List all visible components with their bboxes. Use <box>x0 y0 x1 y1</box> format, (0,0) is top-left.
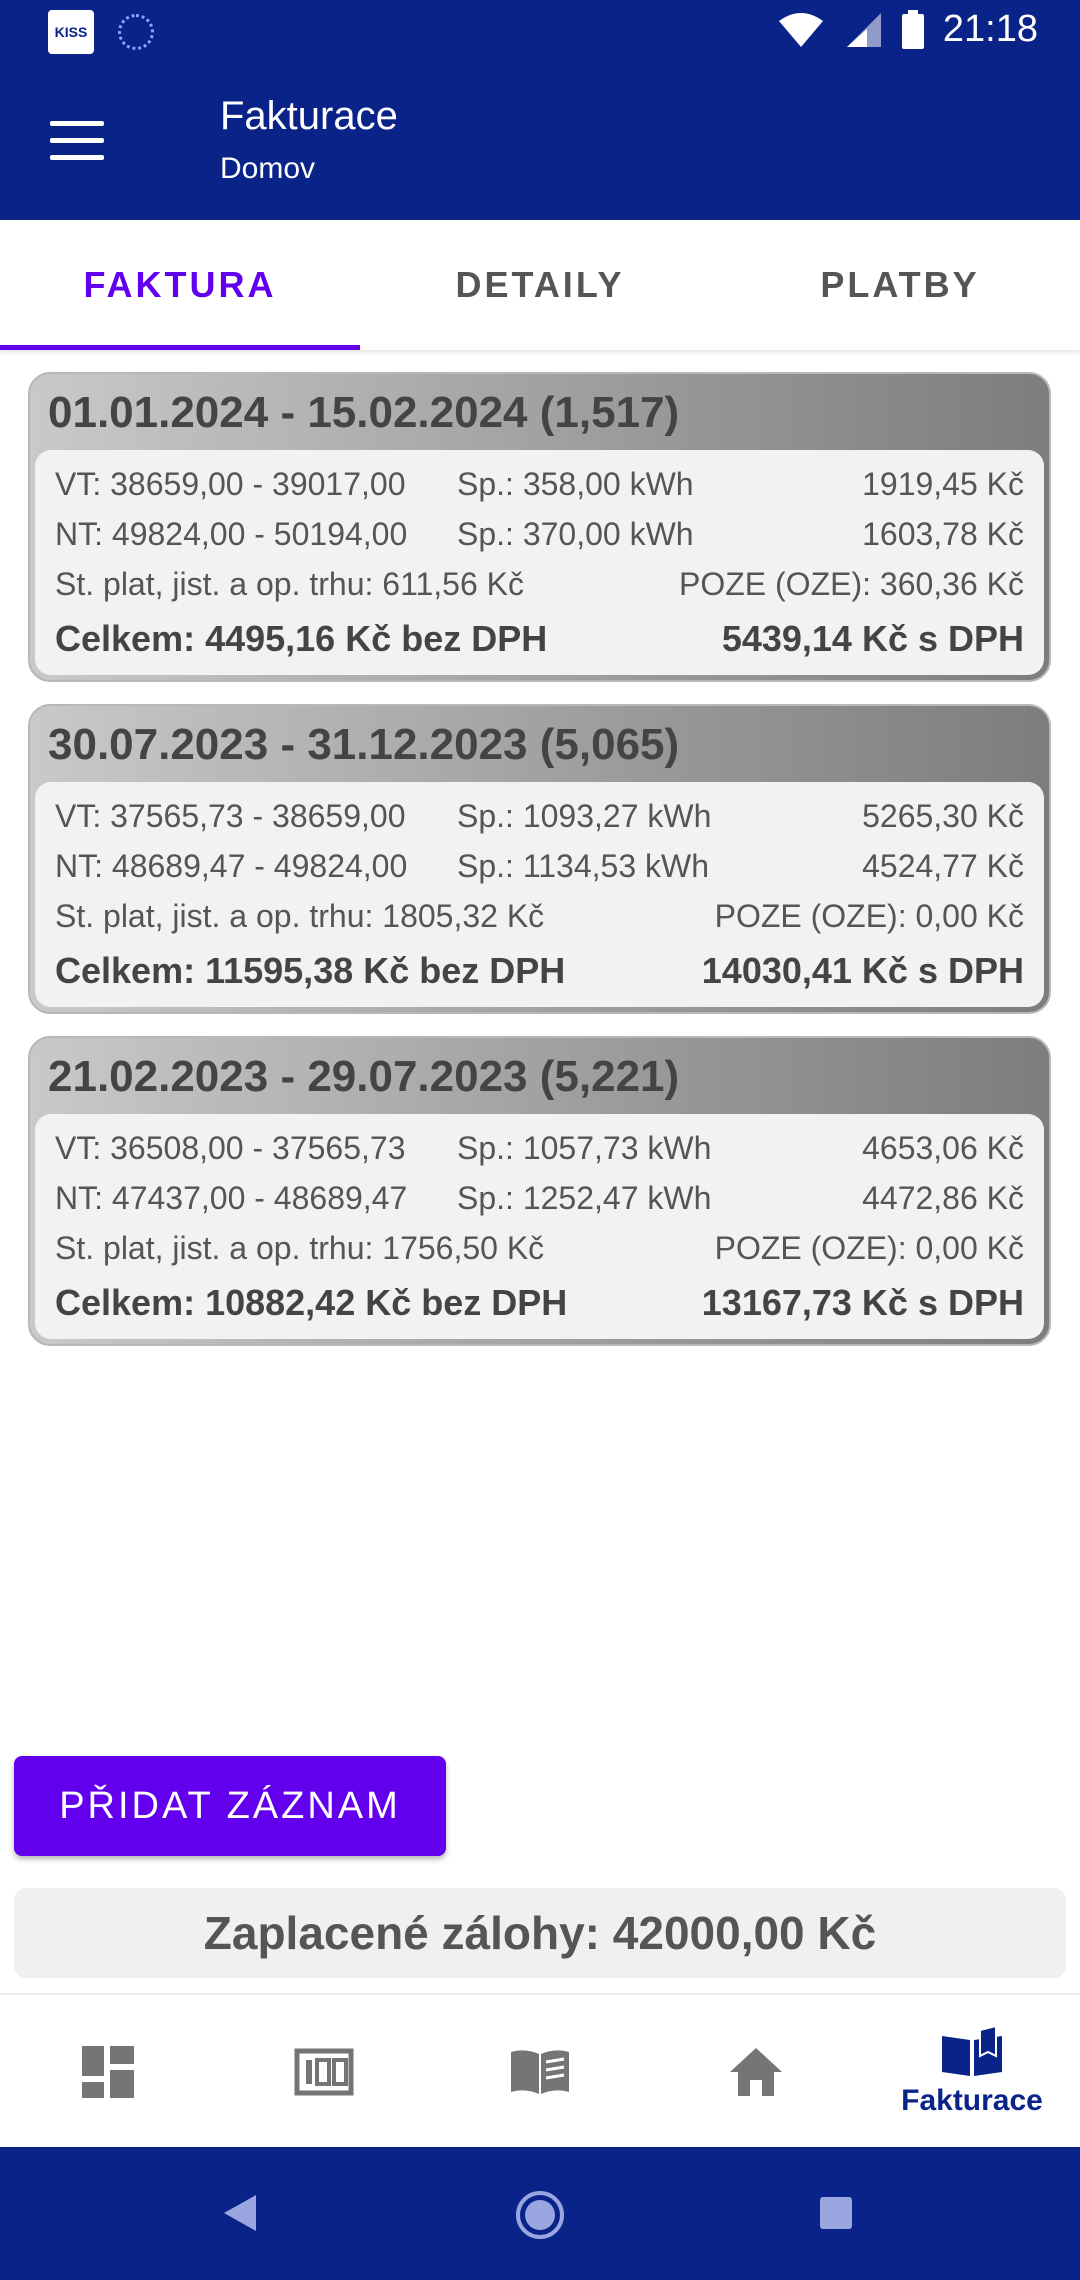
invoice-details: VT: 36508,00 - 37565,73 Sp.: 1057,73 kWh 4… <box>35 1114 1044 1339</box>
total-without-vat: Celkem: 11595,38 Kč bez DPH <box>55 950 566 991</box>
tab-platby[interactable]: PLATBY <box>720 220 1080 350</box>
meter-icon <box>294 2048 354 2096</box>
poze-fee: POZE (OZE): 0,00 Kč <box>714 1230 1024 1266</box>
vt-price: 1919,45 Kč <box>862 466 1024 502</box>
signal-icon <box>846 12 881 47</box>
recents-icon[interactable] <box>818 2195 854 2231</box>
vt-price: 5265,30 Kč <box>862 798 1024 834</box>
total-without-vat: Celkem: 4495,16 Kč bez DPH <box>55 618 548 659</box>
book-icon <box>942 2026 1002 2076</box>
total-with-vat: 14030,41 Kč s DPH <box>701 950 1024 991</box>
tab-detaily[interactable]: DETAILY <box>360 220 720 350</box>
fixed-fees: St. plat, jist. a op. trhu: 611,56 Kč <box>55 566 524 602</box>
vt-reading: VT: 38659,00 - 39017,00 <box>55 466 406 502</box>
nt-reading: NT: 49824,00 - 50194,00 <box>55 516 408 552</box>
poze-fee: POZE (OZE): 0,00 Kč <box>714 898 1024 934</box>
page-subtitle: Domov <box>220 152 316 185</box>
tab-bar: FAKTURA DETAILY PLATBY <box>0 220 1080 350</box>
invoice-card[interactable]: 01.01.2024 - 15.02.2024 (1,517) VT: 3865… <box>28 372 1051 682</box>
nt-price: 1603,78 Kč <box>862 516 1024 552</box>
menu-icon[interactable] <box>50 121 104 161</box>
vt-consumption: Sp.: 358,00 kWh <box>457 466 694 502</box>
total-with-vat: 13167,73 Kč s DPH <box>701 1282 1024 1323</box>
nav-home[interactable] <box>648 1995 864 2149</box>
invoice-period: 01.01.2024 - 15.02.2024 (1,517) <box>48 388 680 437</box>
invoice-period: 21.02.2023 - 29.07.2023 (5,221) <box>48 1052 680 1101</box>
document-icon <box>511 2050 569 2094</box>
vt-price: 4653,06 Kč <box>862 1130 1024 1166</box>
back-icon[interactable] <box>222 2193 258 2233</box>
invoice-period: 30.07.2023 - 31.12.2023 (5,065) <box>48 720 680 769</box>
invoice-details: VT: 37565,73 - 38659,00 Sp.: 1093,27 kWh 5… <box>35 782 1044 1007</box>
add-record-button[interactable]: PŘIDAT ZÁZNAM <box>14 1756 446 1856</box>
nt-consumption: Sp.: 370,00 kWh <box>457 516 694 552</box>
home-button-icon[interactable] <box>514 2189 566 2241</box>
fixed-fees: St. plat, jist. a op. trhu: 1805,32 Kč <box>55 898 545 934</box>
invoice-details: VT: 38659,00 - 39017,00 Sp.: 358,00 kWh 19… <box>35 450 1044 675</box>
battery-icon <box>901 9 924 49</box>
app-bar: Fakturace Domov <box>0 66 1080 220</box>
paid-deposits: Zaplacené zálohy: 42000,00 Kč <box>14 1888 1066 1978</box>
vt-reading: VT: 36508,00 - 37565,73 <box>55 1130 406 1166</box>
nt-reading: NT: 48689,47 - 49824,00 <box>55 848 408 884</box>
system-navigation <box>0 2147 1080 2280</box>
invoice-card[interactable]: 30.07.2023 - 31.12.2023 (5,065) VT: 3756… <box>28 704 1051 1014</box>
nt-consumption: Sp.: 1252,47 kWh <box>457 1180 712 1216</box>
tab-faktura[interactable]: FAKTURA <box>0 220 360 350</box>
kiss-app-icon: KISS <box>48 10 94 54</box>
poze-fee: POZE (OZE): 360,36 Kč <box>679 566 1024 602</box>
total-without-vat: Celkem: 10882,42 Kč bez DPH <box>55 1282 568 1323</box>
vt-consumption: Sp.: 1057,73 kWh <box>457 1130 712 1166</box>
fixed-fees: St. plat, jist. a op. trhu: 1756,50 Kč <box>55 1230 545 1266</box>
vt-reading: VT: 37565,73 - 38659,00 <box>55 798 406 834</box>
bottom-navigation: Fakturace <box>0 1993 1080 2149</box>
nt-price: 4524,77 Kč <box>862 848 1024 884</box>
nt-consumption: Sp.: 1134,53 kWh <box>457 848 709 884</box>
nav-readings[interactable] <box>432 1995 648 2149</box>
dashboard-icon <box>82 2046 134 2098</box>
nav-meter[interactable] <box>216 1995 432 2149</box>
nav-dashboard[interactable] <box>0 1995 216 2149</box>
nav-label: Fakturace <box>901 2084 1043 2117</box>
sync-icon <box>118 14 154 50</box>
clock: 21:18 <box>942 8 1038 50</box>
home-icon <box>730 2048 782 2096</box>
page-title: Fakturace <box>220 94 398 138</box>
nav-fakturace[interactable]: Fakturace <box>864 1995 1080 2149</box>
tab-indicator <box>0 345 360 350</box>
total-with-vat: 5439,14 Kč s DPH <box>721 618 1024 659</box>
vt-consumption: Sp.: 1093,27 kWh <box>457 798 712 834</box>
wifi-icon <box>778 12 823 47</box>
status-bar: KISS 21:18 <box>0 0 1080 66</box>
nt-reading: NT: 47437,00 - 48689,47 <box>55 1180 408 1216</box>
invoice-card[interactable]: 21.02.2023 - 29.07.2023 (5,221) VT: 3650… <box>28 1036 1051 1346</box>
nt-price: 4472,86 Kč <box>862 1180 1024 1216</box>
